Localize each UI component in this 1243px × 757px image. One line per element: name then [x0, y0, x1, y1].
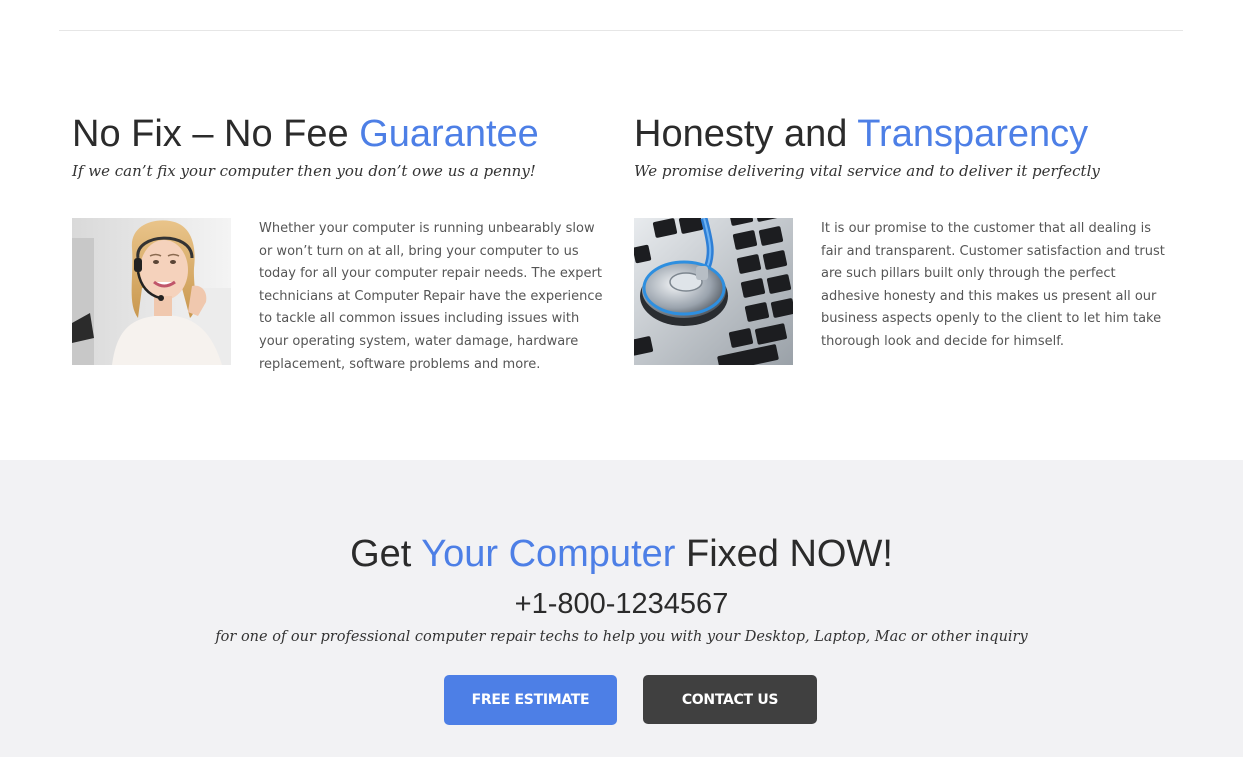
feature-title: No Fix – No Fee Guarantee [72, 112, 612, 156]
feature-body-row: It is our promise to the customer that a… [634, 218, 1174, 378]
free-estimate-button[interactable]: FREE ESTIMATE [444, 675, 617, 725]
feature-transparency: Honesty and Transparency We promise deli… [634, 112, 1174, 365]
feature-title-accent: Guarantee [359, 113, 539, 155]
feature-title-plain: Honesty and [634, 113, 858, 155]
feature-body-row: Whether your computer is running unbeara… [72, 218, 612, 378]
cta-title-accent: Your Computer [421, 533, 676, 575]
feature-tagline: We promise delivering vital service and … [634, 162, 1100, 180]
feature-title: Honesty and Transparency [634, 112, 1174, 156]
cta-title: Get Your Computer Fixed NOW! [0, 532, 1243, 576]
phone-number[interactable]: +1-800-1234567 [0, 587, 1243, 621]
feature-tagline: If we can’t fix your computer then you d… [72, 162, 536, 180]
feature-guarantee: No Fix – No Fee Guarantee If we can’t fi… [72, 112, 612, 372]
stethoscope-keyboard-photo [634, 218, 793, 365]
top-divider [59, 30, 1183, 31]
feature-description: It is our promise to the customer that a… [821, 221, 1165, 349]
support-agent-photo [72, 218, 231, 365]
call-to-action-section: Get Your Computer Fixed NOW! +1-800-1234… [0, 460, 1243, 757]
cta-title-after: Fixed NOW! [675, 533, 893, 575]
feature-title-plain: No Fix – No Fee [72, 113, 360, 155]
cta-title-before: Get [350, 533, 422, 575]
feature-title-accent: Transparency [857, 113, 1089, 155]
feature-description: Whether your computer is running unbeara… [259, 221, 603, 372]
contact-us-button[interactable]: CONTACT US [643, 675, 817, 724]
cta-note: for one of our professional computer rep… [215, 629, 1028, 645]
